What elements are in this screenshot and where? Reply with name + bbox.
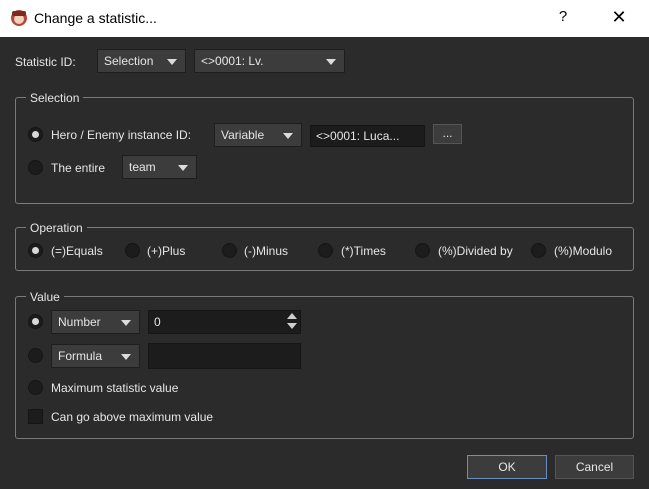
chevron-down-icon: [178, 165, 188, 171]
instance-mode-dropdown[interactable]: Variable: [214, 123, 302, 147]
plus-label: (+)Plus: [147, 244, 186, 258]
minus-radio[interactable]: [222, 243, 237, 258]
selection-group-title: Selection: [26, 91, 84, 105]
spin-down-icon[interactable]: [287, 323, 297, 329]
number-spinbox[interactable]: 0: [148, 310, 301, 334]
modulo-label: (%)Modulo: [554, 244, 613, 258]
number-radio[interactable]: [28, 314, 43, 329]
ok-button[interactable]: OK: [467, 455, 547, 479]
chevron-down-icon: [121, 354, 131, 360]
value-group-title: Value: [26, 290, 64, 304]
close-button[interactable]: ✕: [608, 7, 630, 29]
number-value: 0: [154, 315, 161, 329]
formula-input[interactable]: [148, 343, 301, 369]
entire-value: team: [129, 160, 156, 174]
statistic-mode-dropdown[interactable]: Selection: [97, 49, 186, 73]
operation-group-title: Operation: [26, 221, 87, 235]
statistic-value-dropdown[interactable]: <>0001: Lv.: [194, 49, 345, 73]
selection-group: [15, 97, 634, 204]
equals-label: (=)Equals: [51, 244, 103, 258]
divided-label: (%)Divided by: [438, 244, 513, 258]
hero-enemy-label: Hero / Enemy instance ID:: [51, 128, 192, 142]
entire-dropdown[interactable]: team: [122, 155, 197, 179]
window-title: Change a statistic...: [34, 10, 157, 26]
formula-mode-dropdown[interactable]: Formula: [51, 344, 140, 368]
divided-radio[interactable]: [415, 243, 430, 258]
formula-mode-value: Formula: [58, 349, 103, 363]
instance-mode-value: Variable: [221, 128, 265, 142]
help-button[interactable]: ?: [553, 8, 573, 28]
times-radio[interactable]: [318, 243, 333, 258]
chevron-down-icon: [326, 59, 336, 65]
spin-up-icon[interactable]: [287, 313, 297, 319]
hero-enemy-radio[interactable]: [28, 127, 43, 142]
instance-browse-button[interactable]: ...: [433, 124, 462, 144]
chevron-down-icon: [121, 320, 131, 326]
minus-label: (-)Minus: [244, 244, 288, 258]
entire-label: The entire: [51, 161, 106, 175]
statistic-id-label: Statistic ID:: [15, 55, 76, 69]
formula-radio[interactable]: [28, 348, 43, 363]
above-max-checkbox[interactable]: [28, 409, 43, 424]
instance-value-field[interactable]: <>0001: Luca...: [310, 125, 425, 147]
number-mode-value: Number: [58, 315, 101, 329]
max-value-radio[interactable]: [28, 380, 43, 395]
app-icon: [11, 10, 27, 26]
equals-radio[interactable]: [28, 243, 43, 258]
max-value-label: Maximum statistic value: [51, 381, 179, 395]
title-bar: Change a statistic... ? ✕: [0, 0, 649, 37]
times-label: (*)Times: [341, 244, 386, 258]
above-max-label: Can go above maximum value: [51, 410, 214, 424]
chevron-down-icon: [167, 59, 177, 65]
statistic-mode-value: Selection: [104, 54, 154, 68]
statistic-value: <>0001: Lv.: [201, 54, 264, 68]
modulo-radio[interactable]: [531, 243, 546, 258]
plus-radio[interactable]: [125, 243, 140, 258]
cancel-button[interactable]: Cancel: [555, 455, 634, 479]
number-mode-dropdown[interactable]: Number: [51, 310, 140, 334]
chevron-down-icon: [283, 133, 293, 139]
entire-team-radio[interactable]: [28, 160, 43, 175]
